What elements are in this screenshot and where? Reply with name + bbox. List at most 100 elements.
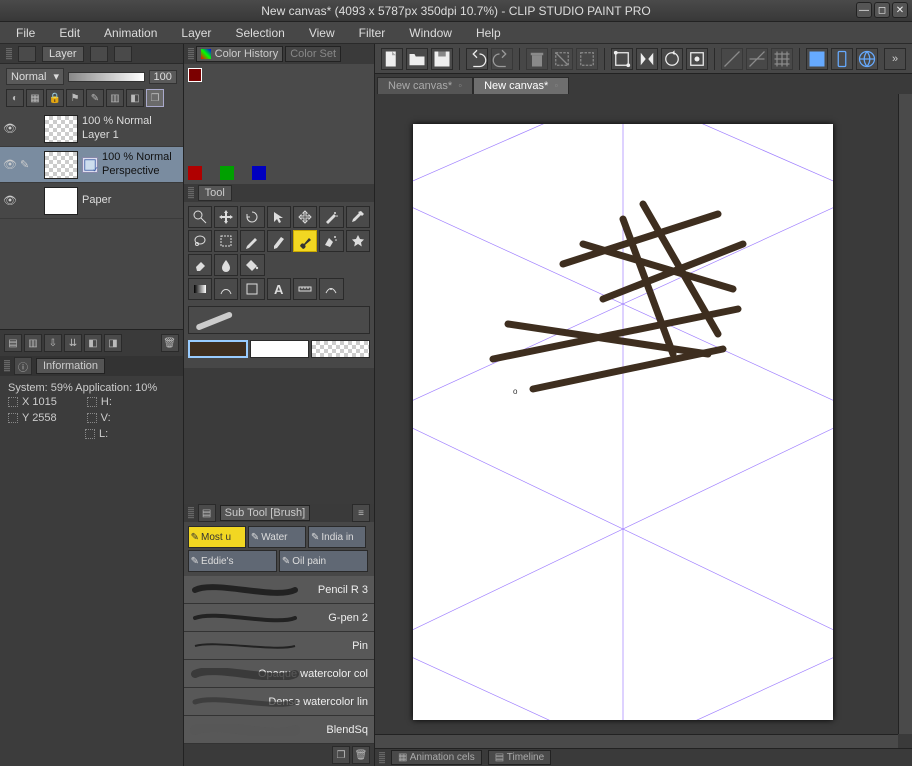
brush-item[interactable]: BlendSq [184, 716, 374, 744]
foreground-swatch[interactable] [188, 340, 249, 358]
operation-tool-icon[interactable] [267, 206, 291, 228]
brush-item[interactable]: Opaque watercolor col [184, 660, 374, 688]
lock-trans-icon[interactable]: ▦ [26, 89, 44, 107]
brush-item[interactable]: Pin [184, 632, 374, 660]
subtool-group[interactable]: ✎Most u [188, 526, 246, 548]
timeline-tab[interactable]: ▤ Timeline [488, 750, 551, 765]
show-all-icon[interactable]: ❐ [146, 89, 164, 107]
ruler-tool-icon[interactable] [293, 278, 317, 300]
correct-line-tool-icon[interactable] [319, 278, 343, 300]
pencil-tool-icon[interactable] [267, 230, 291, 252]
subtool-group[interactable]: ✎Oil pain [279, 550, 368, 572]
layer-row[interactable]: 👁 ✎ ✓ 100 % Normal Perspective [0, 147, 183, 183]
layer-row[interactable]: 👁 Paper [0, 183, 183, 219]
reference-icon[interactable]: ⚑ [66, 89, 84, 107]
color-set-tab[interactable]: Color Set [285, 46, 341, 62]
opacity-slider[interactable] [68, 72, 145, 82]
airbrush-tool-icon[interactable] [319, 230, 343, 252]
marquee-tool-icon[interactable] [214, 230, 238, 252]
visibility-icon[interactable]: 👁 [0, 158, 20, 171]
grip-icon[interactable] [379, 752, 385, 764]
brush-list[interactable]: Pencil R 3 G-pen 2 Pin Opaque watercolor… [184, 576, 374, 744]
color-history-tab[interactable]: Color History [196, 46, 284, 62]
tool-tab[interactable]: Tool [198, 185, 232, 201]
scale-icon[interactable] [611, 48, 633, 70]
background-swatch[interactable] [250, 340, 309, 358]
subtool-icon[interactable]: ▤ [198, 504, 216, 522]
grip-icon[interactable] [188, 48, 194, 60]
close-tab-icon[interactable]: ◦ [458, 80, 462, 92]
lasso-tool-icon[interactable] [188, 230, 212, 252]
csp-web-icon[interactable] [856, 48, 878, 70]
layer-property-icon[interactable] [90, 46, 108, 62]
undo-icon[interactable] [466, 48, 488, 70]
eyedropper-tool-icon[interactable] [346, 206, 370, 228]
menu-view[interactable]: View [299, 24, 345, 42]
canvas[interactable]: o [413, 124, 833, 720]
movelayer-tool-icon[interactable] [293, 206, 317, 228]
subtool-menu-icon[interactable]: ≡ [352, 504, 370, 522]
rotate-canvas-icon[interactable] [661, 48, 683, 70]
transfer-down-icon[interactable]: ⇩ [44, 334, 62, 352]
menu-filter[interactable]: Filter [349, 24, 396, 42]
file-tab[interactable]: New canvas*◦ [473, 77, 569, 94]
figure-tool-icon[interactable] [214, 278, 238, 300]
fill-erase-icon[interactable] [551, 48, 573, 70]
color-history-swatch[interactable] [188, 68, 202, 82]
new-folder-icon[interactable]: ▥ [24, 334, 42, 352]
layer-color-icon[interactable]: ▥ [106, 89, 124, 107]
redo-icon[interactable] [491, 48, 513, 70]
layer-palette-icon[interactable] [18, 46, 36, 62]
layer-tab[interactable]: Layer [42, 46, 84, 62]
maximize-button[interactable]: ◻ [874, 2, 890, 18]
menu-animation[interactable]: Animation [94, 24, 167, 42]
grip-icon[interactable] [6, 48, 12, 60]
fill-tool-icon[interactable] [240, 254, 264, 276]
info-tab[interactable]: Information [36, 358, 105, 374]
subtool-group[interactable]: ✎India in [308, 526, 366, 548]
brush-item[interactable]: Pencil R 3 [184, 576, 374, 604]
move-tool-icon[interactable] [214, 206, 238, 228]
canvas-viewport[interactable]: o [375, 94, 912, 748]
layer-row[interactable]: 👁 100 % Normal Layer 1 [0, 111, 183, 147]
menu-edit[interactable]: Edit [49, 24, 90, 42]
close-button[interactable]: ✕ [892, 2, 908, 18]
merge-icon[interactable]: ⇊ [64, 334, 82, 352]
pen-tool-icon[interactable] [240, 230, 264, 252]
minimize-button[interactable]: — [856, 2, 872, 18]
grip-icon[interactable] [188, 187, 194, 199]
subtool-group[interactable]: ✎Water [248, 526, 306, 548]
vertical-scrollbar[interactable] [898, 94, 912, 734]
transparent-swatch[interactable] [311, 340, 370, 358]
brush-item[interactable]: G-pen 2 [184, 604, 374, 632]
subtool-group[interactable]: ✎Eddie's [188, 550, 277, 572]
grip-icon[interactable] [4, 360, 10, 372]
apply-mask-icon[interactable]: ◨ [104, 334, 122, 352]
open-file-icon[interactable] [406, 48, 428, 70]
delete-icon[interactable] [526, 48, 548, 70]
close-tab-icon[interactable]: ◦ [554, 80, 558, 92]
grid-snap-icon[interactable] [771, 48, 793, 70]
wand-tool-icon[interactable] [319, 206, 343, 228]
flip-h-icon[interactable] [636, 48, 658, 70]
subtool-tab[interactable]: Sub Tool [Brush] [220, 505, 311, 521]
info-icon[interactable]: ⓘ [14, 357, 32, 375]
rotate-tool-icon[interactable] [240, 206, 264, 228]
visibility-icon[interactable]: 👁 [0, 122, 20, 135]
opacity-value[interactable]: 100 [149, 70, 177, 84]
blend-tool-icon[interactable] [214, 254, 238, 276]
menu-selection[interactable]: Selection [225, 24, 294, 42]
snap-icon[interactable] [686, 48, 708, 70]
new-file-icon[interactable] [381, 48, 403, 70]
draft-icon[interactable]: ✎ [86, 89, 104, 107]
csp-assets-icon[interactable] [806, 48, 828, 70]
save-file-icon[interactable] [431, 48, 453, 70]
frame-tool-icon[interactable] [240, 278, 264, 300]
animation-cels-tab[interactable]: ▦ Animation cels [391, 750, 482, 765]
horizontal-scrollbar[interactable] [375, 734, 898, 748]
gradient-tool-icon[interactable] [188, 278, 212, 300]
ruler-snap-icon[interactable] [721, 48, 743, 70]
more-icon[interactable]: » [884, 48, 906, 70]
eraser-tool-icon[interactable] [188, 254, 212, 276]
deselect-icon[interactable] [576, 48, 598, 70]
